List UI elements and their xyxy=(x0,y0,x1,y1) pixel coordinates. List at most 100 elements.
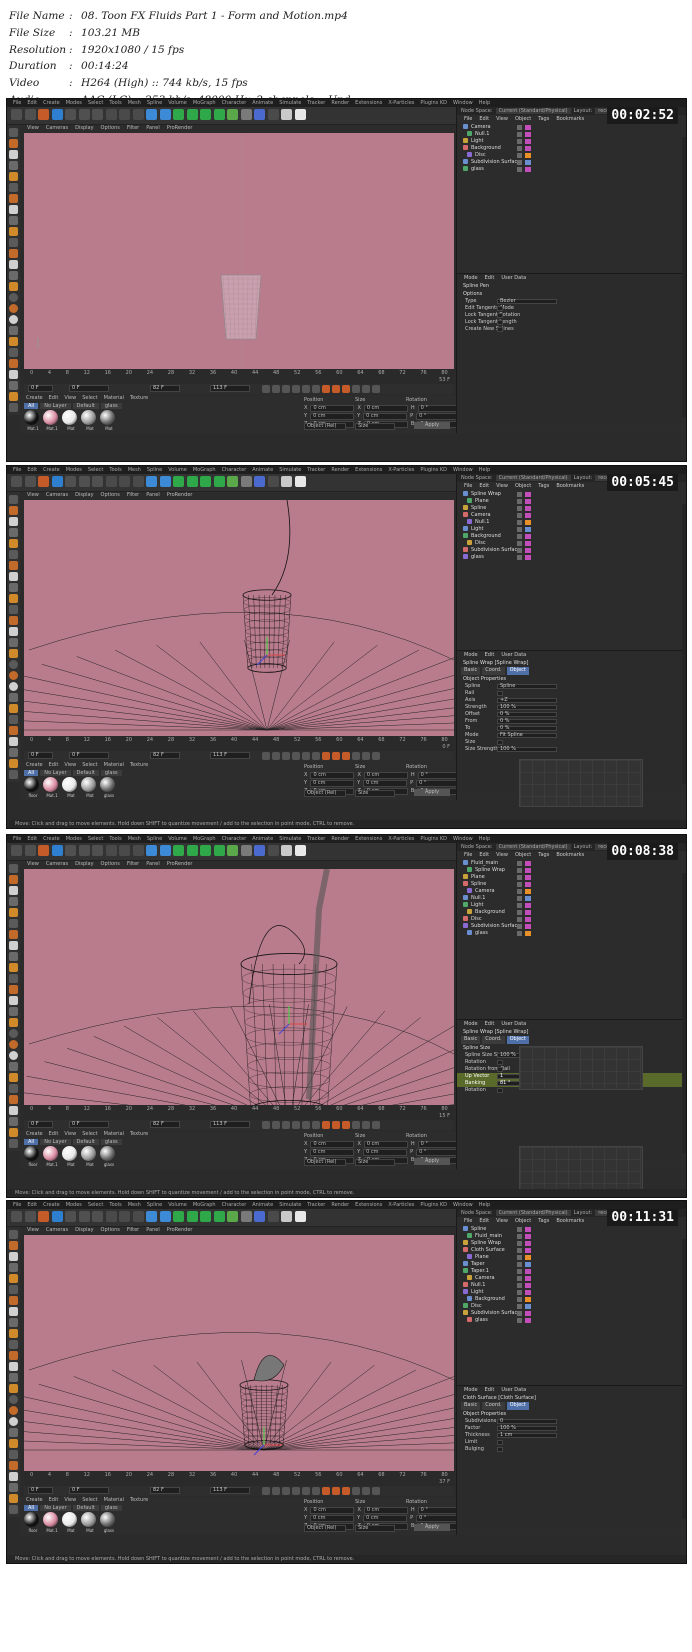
object-row[interactable]: Spline Wrap xyxy=(457,867,667,874)
playback-button[interactable] xyxy=(262,1121,270,1129)
palette-tool-icon[interactable] xyxy=(9,539,18,548)
palette-tool-icon[interactable] xyxy=(9,1252,18,1261)
material-tag[interactable] xyxy=(525,1248,531,1253)
palette-tool-icon[interactable] xyxy=(9,282,18,291)
toolbar-button[interactable] xyxy=(132,109,144,120)
palette-tool-icon[interactable] xyxy=(9,1095,18,1104)
palette-tool-icon[interactable] xyxy=(9,561,18,570)
palette-tool-icon[interactable] xyxy=(9,930,18,939)
playback-button[interactable] xyxy=(262,1487,270,1495)
menu-item[interactable]: Spline xyxy=(147,836,162,842)
material-tag[interactable] xyxy=(525,146,531,151)
menu-item[interactable]: Simulate xyxy=(279,467,301,473)
menu-item[interactable]: Help xyxy=(479,100,490,106)
object-menu-item[interactable]: Edit xyxy=(479,483,489,489)
viewport-menu-item[interactable]: View xyxy=(27,492,39,498)
toolbar-button[interactable] xyxy=(92,1211,103,1222)
apply-button[interactable]: Apply xyxy=(414,1158,450,1165)
toolbar-button[interactable] xyxy=(227,476,238,487)
visibility-check[interactable] xyxy=(517,1248,522,1253)
palette-tool-icon[interactable] xyxy=(9,1263,18,1272)
attribute-row[interactable]: Offset 0 % xyxy=(457,711,686,718)
visibility-check[interactable] xyxy=(517,492,522,497)
object-row[interactable]: Disc xyxy=(457,152,667,159)
material-layer-tab[interactable]: No Layer xyxy=(40,403,71,409)
object-row[interactable]: Fluid_main xyxy=(457,860,667,867)
menu-item[interactable]: Window xyxy=(453,1202,473,1208)
menu-item[interactable]: Character xyxy=(222,836,247,842)
material-swatch[interactable]: Mat xyxy=(62,777,77,798)
attribute-value[interactable]: 100 % xyxy=(497,747,557,752)
palette-tool-icon[interactable] xyxy=(9,392,18,401)
toolbar-button[interactable] xyxy=(281,109,292,120)
palette-tool-icon[interactable] xyxy=(9,572,18,581)
playback-button[interactable] xyxy=(312,1487,320,1495)
toolbar-button[interactable] xyxy=(159,109,171,120)
playback-button[interactable] xyxy=(292,385,300,393)
coord-field[interactable]: 0 cm xyxy=(310,1149,355,1156)
object-row[interactable]: glass xyxy=(457,1317,667,1324)
material-tag[interactable] xyxy=(525,1311,531,1316)
toolbar-button[interactable] xyxy=(132,845,144,856)
attribute-row[interactable]: Thickness 1 cm xyxy=(457,1432,686,1439)
viewport-menu-item[interactable]: Filter xyxy=(127,1227,139,1233)
material-swatch[interactable]: glass xyxy=(100,1512,115,1533)
material-layer-tab[interactable]: All xyxy=(24,1139,39,1145)
coord-field[interactable]: 0 ° xyxy=(416,413,461,420)
palette-tool-icon[interactable] xyxy=(9,1373,18,1382)
playback-button[interactable] xyxy=(342,1121,350,1129)
object-row[interactable]: Cloth Surface xyxy=(457,1247,667,1254)
material-tag[interactable] xyxy=(525,1297,531,1302)
viewport-menu-item[interactable]: Cameras xyxy=(46,492,68,498)
frame-field[interactable]: 113 F xyxy=(210,1121,250,1128)
playback-button[interactable] xyxy=(312,752,320,760)
coord-field[interactable]: 0 cm xyxy=(310,413,355,420)
attribute-value[interactable]: +Z xyxy=(497,698,557,703)
material-swatch[interactable]: glass xyxy=(100,777,115,798)
timeline-ruler[interactable]: 0 4 8 12 16 20 24 28 32 36 40 44 48 52 56 60 64 68 72 76 80 0… xyxy=(24,736,454,751)
object-row[interactable]: Null.1 xyxy=(457,895,667,902)
material-tag[interactable] xyxy=(525,1227,531,1232)
visibility-check[interactable] xyxy=(517,1241,522,1246)
palette-tool-icon[interactable] xyxy=(9,770,18,779)
coord-size-dropdown[interactable]: Size xyxy=(355,790,395,797)
palette-tool-icon[interactable] xyxy=(9,627,18,636)
attribute-tab[interactable]: Coord. xyxy=(482,1036,505,1044)
object-row[interactable]: Spline Wrap xyxy=(457,491,667,498)
playback-button[interactable] xyxy=(332,385,340,393)
material-layer-tab[interactable]: All xyxy=(24,770,39,776)
material-tag[interactable] xyxy=(525,125,531,130)
menu-item[interactable]: MoGraph xyxy=(193,467,216,473)
attribute-row[interactable]: From 0 % xyxy=(457,718,686,725)
palette-tool-icon[interactable] xyxy=(9,1241,18,1250)
visibility-check[interactable] xyxy=(517,1227,522,1232)
toolbar-button[interactable] xyxy=(240,1211,252,1222)
visibility-check[interactable] xyxy=(517,548,522,553)
playback-button[interactable] xyxy=(332,1487,340,1495)
viewport-menu-item[interactable]: Options xyxy=(101,861,120,867)
menu-item[interactable]: File xyxy=(13,1202,21,1208)
toolbar-button[interactable] xyxy=(213,476,225,487)
menu-item[interactable]: Simulate xyxy=(279,100,301,106)
material-swatch[interactable]: Mat xyxy=(62,410,77,431)
visibility-check[interactable] xyxy=(517,924,522,929)
timeline-ruler[interactable]: 0 4 8 12 16 20 24 28 32 36 40 44 48 52 56 60 64 68 72 76 80 1… xyxy=(24,1105,454,1120)
toolbar-button[interactable] xyxy=(105,109,117,120)
visibility-check[interactable] xyxy=(517,910,522,915)
material-menu-item[interactable]: Material xyxy=(104,395,124,401)
menu-item[interactable]: Volume xyxy=(168,100,187,106)
visibility-check[interactable] xyxy=(517,1255,522,1260)
toolbar-button[interactable] xyxy=(159,476,171,487)
coord-mode-dropdown[interactable]: Object (Rel) xyxy=(304,1159,346,1166)
object-menu-item[interactable]: View xyxy=(496,852,508,858)
attribute-value[interactable]: 100 % xyxy=(497,1426,557,1431)
attribute-value[interactable] xyxy=(497,313,503,318)
object-row[interactable]: Camera xyxy=(457,124,667,131)
coord-mode-dropdown[interactable]: Object (Rel) xyxy=(304,1525,346,1532)
node-space-dropdown[interactable]: Current (Standard/Physical) xyxy=(495,475,571,481)
viewport-menu-item[interactable]: Display xyxy=(75,861,93,867)
3d-viewport[interactable] xyxy=(24,1235,454,1471)
menu-item[interactable]: Mesh xyxy=(128,1202,141,1208)
toolbar-button[interactable] xyxy=(51,1211,63,1222)
visibility-check[interactable] xyxy=(517,506,522,511)
